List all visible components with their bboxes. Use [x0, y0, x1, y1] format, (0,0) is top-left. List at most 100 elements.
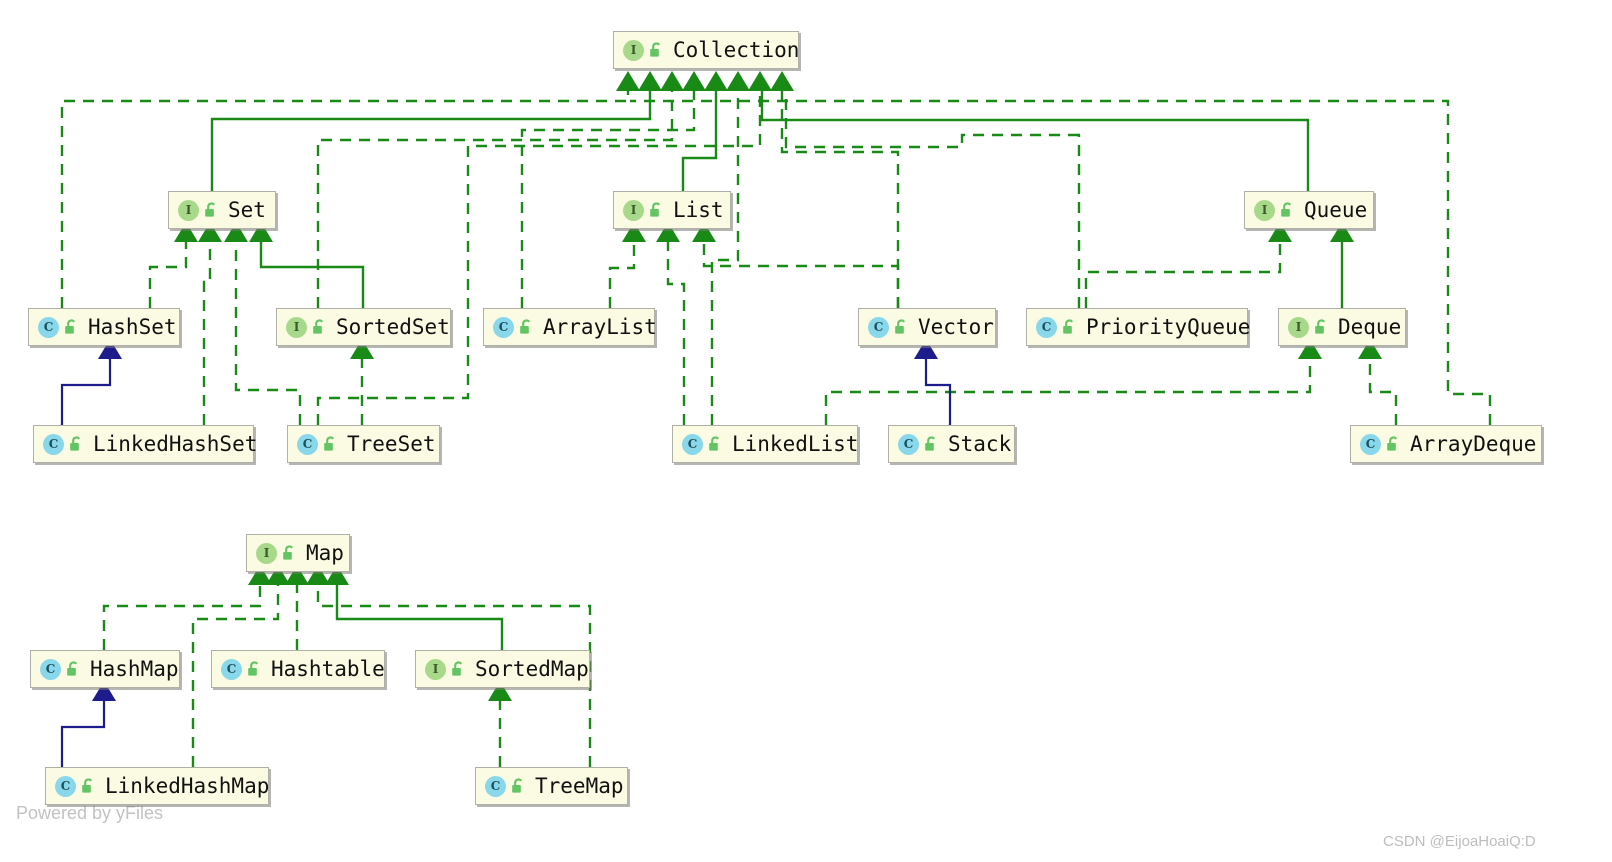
uml-node-linkedhashset[interactable]: C LinkedHashSet	[33, 425, 258, 463]
edge-vector-to-collection-b	[780, 90, 900, 308]
class-badge-icon: C	[55, 775, 76, 797]
uml-node-label: LinkedHashSet	[93, 431, 258, 456]
arrowhead-collection-7	[748, 71, 772, 91]
edge-arraydeque-to-deque	[1368, 357, 1398, 425]
edge-linkedhashset-to-hashset	[60, 357, 112, 425]
edge-arraydeque-to-collection	[630, 99, 1492, 425]
open-lock-icon	[649, 201, 664, 219]
uml-node-label: ArrayList	[543, 314, 657, 339]
edge-linkedlist-to-collection	[710, 90, 740, 425]
arrowheads-green	[174, 71, 1382, 701]
uml-node-label: List	[673, 197, 724, 222]
uml-node-label: TreeMap	[535, 773, 624, 798]
open-lock-icon	[64, 318, 79, 336]
class-badge-icon: C	[221, 658, 242, 680]
open-lock-icon	[282, 544, 297, 562]
arrowheads-navy	[92, 339, 938, 701]
open-lock-icon	[1062, 318, 1077, 336]
uml-node-map[interactable]: I Map	[246, 534, 350, 572]
open-lock-icon	[81, 777, 96, 795]
open-lock-icon	[1280, 201, 1295, 219]
uml-node-sortedset[interactable]: I SortedSet	[276, 308, 451, 346]
uml-node-label: Deque	[1338, 314, 1402, 339]
uml-node-linkedlist[interactable]: C LinkedList	[672, 425, 858, 463]
uml-node-label: Stack	[948, 431, 1012, 456]
uml-node-hashtable[interactable]: C Hashtable	[211, 650, 385, 688]
uml-node-vector[interactable]: C Vector	[858, 308, 996, 346]
uml-node-hashmap[interactable]: C HashMap	[30, 650, 180, 688]
uml-node-label: HashMap	[90, 656, 179, 681]
edge-list-to-collection	[681, 90, 718, 191]
uml-node-label: Hashtable	[271, 656, 385, 681]
edge-linkedlist-to-list	[666, 240, 686, 425]
uml-node-label: PriorityQueue	[1086, 314, 1251, 339]
edges-misc	[60, 357, 952, 425]
open-lock-icon	[1314, 318, 1329, 336]
uml-node-stack[interactable]: C Stack	[888, 425, 1015, 463]
edge-hashset-to-set	[148, 240, 188, 308]
arrowhead-collection-4	[682, 71, 706, 91]
class-badge-icon: C	[297, 433, 318, 455]
uml-node-treemap[interactable]: C TreeMap	[475, 767, 628, 805]
class-badge-icon: C	[38, 316, 59, 338]
open-lock-icon	[511, 777, 526, 795]
interface-badge-icon: I	[623, 39, 644, 61]
uml-node-treeset[interactable]: C TreeSet	[287, 425, 440, 463]
uml-node-collection[interactable]: I Collection	[613, 31, 799, 69]
open-lock-icon	[649, 41, 664, 59]
uml-node-label: TreeSet	[347, 431, 436, 456]
uml-node-label: HashSet	[88, 314, 177, 339]
interface-badge-icon: I	[425, 658, 446, 680]
edge-vector-to-list	[702, 240, 900, 308]
yfiles-watermark: Powered by yFiles	[16, 803, 164, 823]
interface-badge-icon: I	[178, 199, 199, 221]
uml-node-label: ArrayDeque	[1410, 431, 1537, 456]
edge-sortedmap-to-map	[335, 583, 504, 650]
interface-badge-icon: I	[1288, 316, 1309, 338]
edge-linkedlist-to-deque	[824, 357, 1312, 425]
uml-node-label: LinkedHashMap	[105, 773, 270, 798]
edge-set-to-collection	[210, 90, 652, 191]
arrowhead-collection-5	[704, 71, 728, 91]
open-lock-icon	[451, 660, 466, 678]
class-badge-icon: C	[493, 316, 514, 338]
uml-node-label: SortedSet	[336, 314, 450, 339]
class-badge-icon: C	[43, 433, 64, 455]
uml-node-set[interactable]: I Set	[168, 191, 276, 229]
interface-badge-icon: I	[623, 199, 644, 221]
interface-badge-icon: I	[256, 542, 277, 564]
class-badge-icon: C	[898, 433, 919, 455]
uml-node-priorityqueue[interactable]: C PriorityQueue	[1026, 308, 1251, 346]
interface-badge-icon: I	[286, 316, 307, 338]
arrowhead-collection-1	[616, 71, 640, 91]
edge-stack-to-vector	[924, 357, 952, 425]
uml-node-linkedhashmap[interactable]: C LinkedHashMap	[45, 767, 269, 805]
uml-node-deque[interactable]: I Deque	[1278, 308, 1406, 346]
open-lock-icon	[924, 435, 939, 453]
edge-linkedhashset-to-set	[202, 240, 212, 425]
class-badge-icon: C	[1360, 433, 1381, 455]
open-lock-icon	[323, 435, 338, 453]
uml-diagram-canvas: I Collection I Set I List I Queue C HashSet I Sorte…	[0, 0, 1612, 862]
open-lock-icon	[519, 318, 534, 336]
open-lock-icon	[1386, 435, 1401, 453]
open-lock-icon	[69, 435, 84, 453]
uml-node-list[interactable]: I List	[613, 191, 731, 229]
uml-node-sortedmap[interactable]: I SortedMap	[415, 650, 590, 688]
class-badge-icon: C	[485, 775, 506, 797]
uml-node-arraylist[interactable]: C ArrayList	[483, 308, 657, 346]
interface-badge-icon: I	[1254, 199, 1275, 221]
open-lock-icon	[204, 201, 219, 219]
uml-node-hashset[interactable]: C HashSet	[28, 308, 180, 346]
edge-treeset-to-collection	[316, 90, 762, 425]
uml-node-arraydeque[interactable]: C ArrayDeque	[1350, 425, 1542, 463]
edge-queue-to-collection	[760, 90, 1310, 191]
arrowhead-collection-8	[770, 71, 794, 91]
uml-node-label: Map	[306, 540, 344, 565]
open-lock-icon	[894, 318, 909, 336]
class-badge-icon: C	[1036, 316, 1057, 338]
open-lock-icon	[66, 660, 81, 678]
edge-hashmap-to-map	[102, 583, 262, 650]
uml-node-label: LinkedList	[732, 431, 859, 456]
uml-node-queue[interactable]: I Queue	[1244, 191, 1374, 229]
